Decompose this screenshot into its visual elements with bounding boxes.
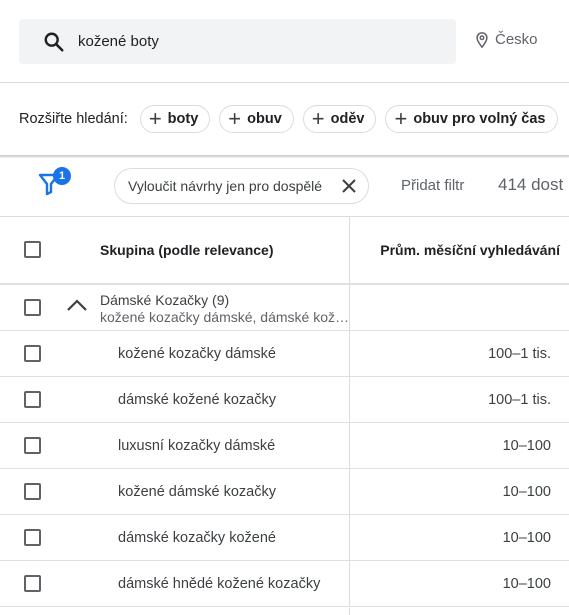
close-icon[interactable]: [340, 177, 358, 195]
row-checkbox[interactable]: [24, 345, 41, 362]
result-count: 414 dost: [498, 175, 564, 194]
chip-label: boty: [167, 111, 199, 127]
plus-icon: +: [394, 106, 408, 131]
select-all-checkbox[interactable]: [24, 241, 41, 258]
header-group[interactable]: Skupina (podle relevance): [100, 242, 274, 258]
table-row[interactable]: dámské kozačky kožené 10–100: [0, 515, 569, 561]
broaden-search-row: Rozšiřte hledání: + boty + obuv + oděv +…: [19, 104, 567, 134]
active-filter-chip[interactable]: Vyloučit návrhy jen pro dospělé: [114, 168, 369, 204]
divider: [0, 82, 569, 83]
volume-cell: 100–1 tis.: [488, 392, 551, 408]
chip-label: obuv pro volný čas: [413, 111, 546, 127]
chip-label: obuv: [247, 111, 282, 127]
column-divider: [349, 561, 350, 607]
group-subtitle: kožené kozačky dámské, dámské kož…: [100, 309, 349, 325]
volume-cell: 10–100: [502, 438, 551, 454]
plus-icon: +: [311, 106, 325, 131]
keyword-cell: kožené kozačky dámské: [118, 346, 276, 362]
column-divider: [349, 284, 350, 331]
search-input[interactable]: kožené boty: [19, 19, 456, 64]
plus-icon: +: [228, 106, 242, 131]
volume-cell: 10–100: [502, 576, 551, 592]
group-row[interactable]: Dámské Kozačky (9) kožené kozačky dámské…: [0, 284, 569, 331]
search-icon: [44, 32, 64, 52]
filter-row: 1 Vyloučit návrhy jen pro dospělé Přidat…: [0, 166, 569, 206]
chip-obuv-pro-volny-cas[interactable]: + obuv pro volný čas: [385, 105, 558, 133]
header-volume[interactable]: Prům. měsíční vyhledávání: [380, 242, 560, 258]
add-filter-button[interactable]: Přidat filtr: [401, 177, 464, 194]
column-divider: [349, 423, 350, 469]
active-filter-label: Vyloučit návrhy jen pro dospělé: [128, 178, 323, 194]
table-header: Skupina (podle relevance) Prům. měsíční …: [0, 216, 569, 284]
section-shadow: [0, 155, 569, 158]
keyword-cell: dámské hnědé kožené kozačky: [118, 576, 321, 592]
row-checkbox[interactable]: [24, 575, 41, 592]
column-divider: [349, 515, 350, 561]
table-row[interactable]: kožené kozačky dámské 100–1 tis.: [0, 331, 569, 377]
table-row[interactable]: dámské hnědé kožené kozačky 10–100: [0, 561, 569, 607]
table-row[interactable]: kožené dámské kozačky 10–100: [0, 469, 569, 515]
location-pin-icon: [476, 31, 488, 48]
chevron-up-icon[interactable]: [66, 298, 88, 312]
keyword-cell: kožené dámské kozačky: [118, 484, 276, 500]
volume-cell: 10–100: [502, 484, 551, 500]
group-title: Dámské Kozačky (9): [100, 292, 230, 308]
column-divider: [349, 377, 350, 423]
broaden-search-label: Rozšiřte hledání:: [19, 111, 128, 127]
column-divider: [349, 469, 350, 515]
keyword-cell: luxusní kozačky dámské: [118, 438, 276, 454]
chip-odev[interactable]: + oděv: [302, 105, 377, 133]
column-divider: [349, 608, 350, 615]
volume-cell: 100–1 tis.: [488, 346, 551, 362]
chip-label: oděv: [330, 111, 365, 127]
search-query: kožené boty: [78, 33, 159, 50]
table-row[interactable]: dámské kožené kozačky 100–1 tis.: [0, 377, 569, 423]
plus-icon: +: [148, 106, 162, 131]
keyword-cell: dámské kožené kozačky: [118, 392, 276, 408]
table-row[interactable]: luxusní kozačky dámské 10–100: [0, 423, 569, 469]
volume-cell: 10–100: [502, 530, 551, 546]
location-selector[interactable]: Česko: [475, 31, 538, 48]
row-checkbox[interactable]: [24, 391, 41, 408]
chip-boty[interactable]: + boty: [139, 105, 211, 133]
row-checkbox[interactable]: [24, 483, 41, 500]
row-checkbox[interactable]: [24, 437, 41, 454]
chip-obuv[interactable]: + obuv: [219, 105, 294, 133]
group-checkbox[interactable]: [24, 299, 41, 316]
column-divider: [349, 331, 350, 377]
filter-count-badge: 1: [53, 167, 71, 185]
keyword-cell: dámské kozačky kožené: [118, 530, 276, 546]
location-label: Česko: [495, 31, 538, 48]
row-checkbox[interactable]: [24, 529, 41, 546]
